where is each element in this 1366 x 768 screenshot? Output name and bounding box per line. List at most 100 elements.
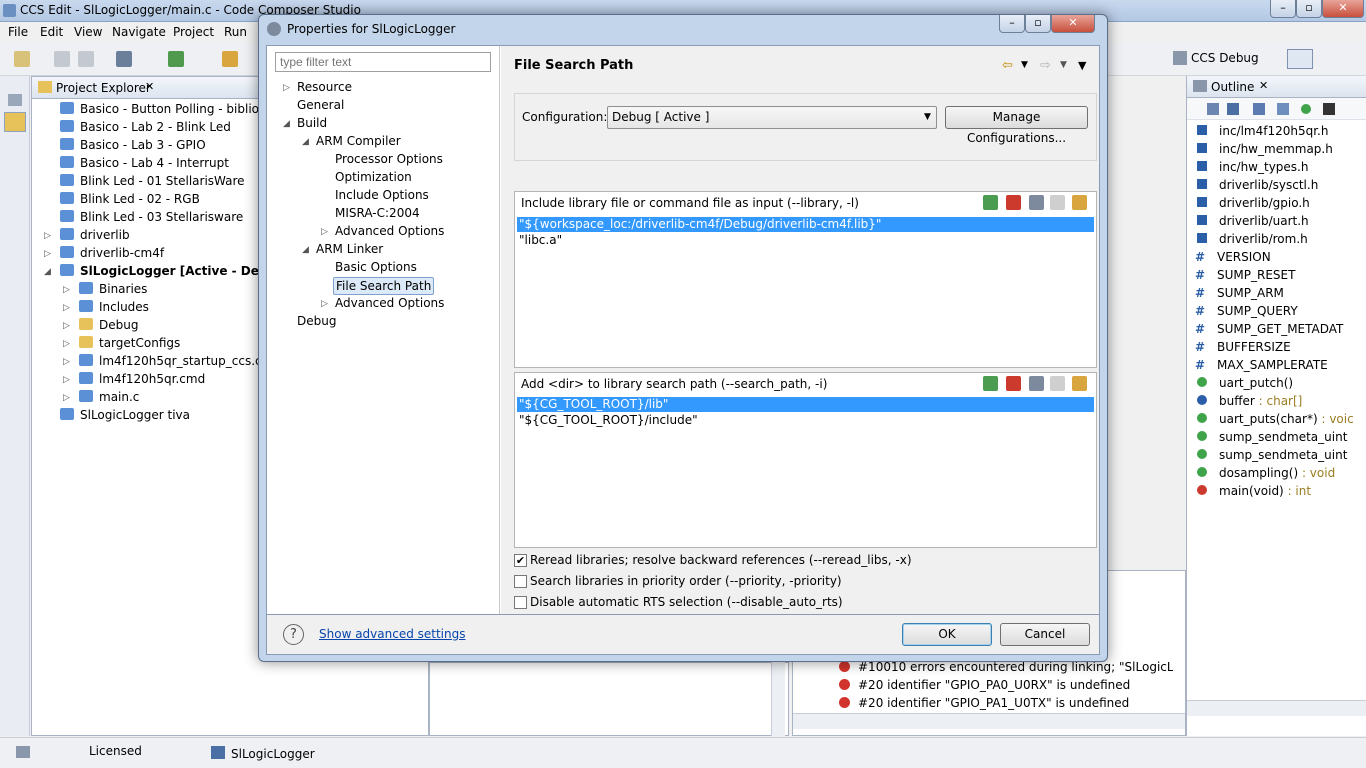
project-tree-item[interactable]: Basico - Lab 3 - GPIO (60, 138, 206, 156)
maximize-button[interactable]: ▫ (1296, 0, 1322, 18)
save-all-icon[interactable] (78, 51, 94, 67)
show-advanced-settings-link[interactable]: Show advanced settings (319, 627, 466, 641)
problem-row[interactable]: #10010 errors encountered during linking… (839, 660, 1173, 678)
outline-tab[interactable]: Outline ✕ (1187, 76, 1366, 98)
dialog-maximize-button[interactable]: ▫ (1025, 15, 1051, 33)
build-icon[interactable] (116, 51, 132, 67)
project-explorer-icon[interactable] (4, 112, 26, 132)
hide-non-public-icon[interactable] (1301, 104, 1311, 114)
menu-edit[interactable]: Edit (40, 25, 63, 39)
nav-item[interactable]: ◢ ARM Linker (302, 241, 385, 259)
nav-item[interactable]: Include Options (333, 187, 431, 205)
disable-auto-rts-checkbox[interactable] (514, 596, 527, 609)
close-icon[interactable]: ✕ (145, 80, 154, 93)
save-icon[interactable] (54, 51, 70, 67)
new-icon[interactable] (14, 51, 30, 67)
collapsed-arrow-icon[interactable]: ▷ (63, 375, 70, 385)
nav-item[interactable]: ◢ ARM Compiler (302, 133, 403, 151)
reread-libraries-checkbox[interactable]: ✔ (514, 554, 527, 567)
project-tree-item[interactable]: ▷ targetConfigs (63, 336, 180, 354)
menu-navigate[interactable]: Navigate (112, 25, 166, 39)
expanded-arrow-icon[interactable]: ◢ (302, 245, 309, 255)
minimize-button[interactable]: – (1270, 0, 1296, 18)
outline-item[interactable]: driverlib/rom.h (1195, 232, 1308, 250)
problem-row[interactable]: #20 identifier "GPIO_PA1_U0TX" is undefi… (839, 696, 1129, 714)
nav-item[interactable]: ▷ Advanced Options (321, 223, 446, 241)
back-dropdown-icon[interactable]: ▼ (1021, 60, 1028, 70)
menu-file[interactable]: File (8, 25, 28, 39)
dialog-minimize-button[interactable]: – (999, 15, 1025, 33)
move-down-icon[interactable] (1072, 195, 1087, 210)
perspective-ccs-debug[interactable]: CCS Debug (1191, 51, 1259, 65)
library-list-item-selected[interactable]: "${workspace_loc:/driverlib-cm4f/Debug/d… (517, 217, 1094, 232)
forward-arrow-icon[interactable]: ⇨ (1040, 58, 1051, 73)
view-menu-icon[interactable]: ▼ (1078, 59, 1086, 72)
move-down-icon[interactable] (1072, 376, 1087, 391)
project-tree-item[interactable]: ◢ SlLogicLogger [Active - Debug] (44, 264, 290, 282)
expanded-arrow-icon[interactable]: ◢ (283, 119, 290, 129)
restore-icon[interactable] (8, 94, 22, 106)
expanded-arrow-icon[interactable]: ◢ (302, 137, 309, 147)
menu-run[interactable]: Run (224, 25, 247, 39)
collapsed-arrow-icon[interactable]: ▷ (283, 83, 290, 93)
menu-project[interactable]: Project (173, 25, 214, 39)
nav-item[interactable]: ▷ Advanced Options (321, 295, 446, 313)
project-tree-item[interactable]: Basico - Button Polling - biblioteca (60, 102, 285, 120)
add-icon[interactable] (983, 376, 998, 391)
dialog-close-button[interactable]: ✕ (1051, 15, 1095, 33)
project-tree-item[interactable]: ▷ driverlib-cm4f (44, 246, 164, 264)
hide-static-icon[interactable] (1277, 103, 1289, 115)
manage-configurations-button[interactable]: Manage Configurations... (945, 106, 1088, 145)
filter-input[interactable] (275, 52, 491, 72)
edit-icon[interactable] (1029, 376, 1044, 391)
move-up-icon[interactable] (1050, 376, 1065, 391)
outline-item[interactable]: # VERSION (1195, 250, 1271, 268)
collapsed-arrow-icon[interactable]: ▷ (44, 231, 51, 241)
hide-fields-icon[interactable] (1253, 103, 1265, 115)
project-tree-item[interactable]: ▷ Binaries (63, 282, 147, 300)
outline-item[interactable]: driverlib/gpio.h (1195, 196, 1310, 214)
search-path-item[interactable]: "${CG_TOOL_ROOT}/include" (519, 413, 698, 428)
project-tree-item[interactable]: ▷ Debug (63, 318, 138, 336)
project-tree-item[interactable]: ▷ lm4f120h5qr.cmd (63, 372, 205, 390)
collapsed-arrow-icon[interactable]: ▷ (321, 227, 328, 237)
configuration-select[interactable]: Debug [ Active ] ▼ (607, 106, 937, 129)
delete-icon[interactable] (1006, 195, 1021, 210)
collapsed-arrow-icon[interactable]: ▷ (63, 339, 70, 349)
debug-icon[interactable] (168, 51, 184, 67)
outline-item[interactable]: # SUMP_GET_METADAT (1195, 322, 1343, 340)
library-list-item[interactable]: "libc.a" (519, 233, 562, 248)
delete-icon[interactable] (1006, 376, 1021, 391)
collapsed-arrow-icon[interactable]: ▷ (44, 249, 51, 259)
outline-item[interactable]: dosampling() : void (1195, 466, 1335, 484)
help-icon[interactable]: ? (283, 624, 304, 645)
perspective-edit-icon[interactable] (1287, 49, 1313, 69)
move-up-icon[interactable] (1050, 195, 1065, 210)
project-tree-item[interactable]: ▷ Includes (63, 300, 149, 318)
outline-item[interactable]: inc/hw_types.h (1195, 160, 1308, 178)
project-tree-item[interactable]: ▷ lm4f120h5qr_startup_ccs.c (63, 354, 262, 372)
edit-icon[interactable] (1029, 195, 1044, 210)
outline-item[interactable]: # SUMP_ARM (1195, 286, 1284, 304)
collapsed-arrow-icon[interactable]: ▷ (63, 303, 70, 313)
flash-icon[interactable] (222, 51, 238, 67)
add-icon[interactable] (983, 195, 998, 210)
collapsed-arrow-icon[interactable]: ▷ (321, 299, 328, 309)
project-tree-item[interactable]: Blink Led - 03 Stellarisware (60, 210, 243, 228)
close-icon[interactable]: ✕ (1259, 79, 1268, 92)
outline-item[interactable]: inc/hw_memmap.h (1195, 142, 1333, 160)
nav-item[interactable]: Basic Options (333, 259, 419, 277)
project-tree-item[interactable]: Blink Led - 01 StellarisWare (60, 174, 245, 192)
nav-item[interactable]: General (295, 97, 346, 115)
outline-item[interactable]: sump_sendmeta_uint (1195, 430, 1347, 448)
project-tree-item[interactable]: Basico - Lab 2 - Blink Led (60, 120, 231, 138)
expanded-arrow-icon[interactable]: ◢ (44, 267, 51, 277)
outline-hscrollbar[interactable] (1187, 700, 1366, 716)
collapsed-arrow-icon[interactable]: ▷ (63, 321, 70, 331)
project-tree-item[interactable]: Blink Led - 02 - RGB (60, 192, 200, 210)
nav-item[interactable]: Optimization (333, 169, 414, 187)
outline-item[interactable]: buffer : char[] (1195, 394, 1302, 412)
outline-item[interactable]: main(void) : int (1195, 484, 1311, 502)
outline-item[interactable]: inc/lm4f120h5qr.h (1195, 124, 1328, 142)
outline-item[interactable]: driverlib/uart.h (1195, 214, 1309, 232)
